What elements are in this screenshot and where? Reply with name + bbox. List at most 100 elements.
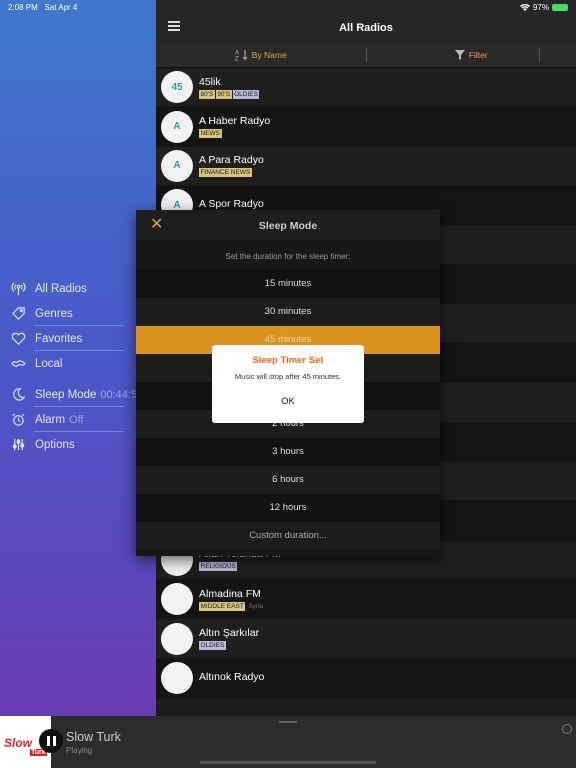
genre-tag: 90'S — [215, 89, 232, 99]
station-tags: NEWS — [199, 129, 270, 139]
genre-tag: FINANCE NEWS — [199, 168, 252, 178]
sleep-option[interactable]: Custom duration... — [136, 522, 440, 550]
sidebar-item-alarm[interactable]: Alarm Off — [0, 407, 156, 432]
sidebar-item-options[interactable]: Options — [0, 432, 156, 457]
sleep-option[interactable]: 3 hours — [136, 438, 440, 466]
pause-button[interactable] — [39, 729, 63, 753]
sheet-title: Sleep Mode — [258, 220, 318, 232]
toolbar: AZ By Name Filter — [156, 42, 576, 68]
sidebar-item-label: Genres — [35, 307, 73, 320]
page-title: All Radios — [339, 22, 393, 34]
sidebar-item-label: All Radios — [35, 282, 87, 295]
now-playing-state: Playing — [66, 746, 93, 755]
sidebar-item-sleep-mode[interactable]: Sleep Mode 00:44:5 — [0, 382, 156, 407]
station-name: A Haber Radyo — [199, 115, 271, 128]
station-tags: RELIGIOUS — [199, 562, 281, 572]
svg-text:Z: Z — [235, 56, 239, 61]
station-logo: 45 — [161, 71, 193, 104]
sleep-option[interactable]: 6 hours — [136, 466, 440, 494]
pause-icon-bar — [52, 736, 56, 746]
genre-tag: OLDIES — [232, 89, 260, 99]
battery-percent: 97% — [532, 3, 549, 12]
filter-label: Filter — [468, 49, 488, 60]
status-bar: 2:08 PM Sat Apr 4 97% — [0, 0, 576, 14]
station-name: Altınok Radyo — [199, 671, 265, 684]
station-row[interactable]: Almadina FM MIDDLE EAST Syria — [156, 580, 576, 620]
sleep-timer-alert: Sleep Timer Set Music will stop after 45… — [212, 345, 364, 423]
station-location: Syria — [248, 602, 264, 610]
station-info: Altınok Radyo — [199, 671, 264, 685]
station-logo — [161, 662, 193, 695]
map-icon — [10, 356, 26, 372]
station-info: 45lik 80'S 90'S OLDIES — [199, 76, 262, 99]
home-indicator — [200, 761, 376, 764]
sidebar-menu: All Radios Genres Favorites Local Sleep … — [0, 276, 156, 457]
alarm-status: Off — [69, 413, 84, 426]
sort-label: By Name — [251, 49, 287, 60]
station-info: A Para Radyo FINANCE NEWS — [199, 154, 264, 178]
alert-title: Sleep Timer Set — [252, 355, 324, 366]
station-row[interactable]: AA Para Radyo FINANCE NEWS — [156, 146, 576, 187]
station-row[interactable]: AA Haber Radyo NEWS — [156, 107, 576, 147]
moon-icon — [10, 387, 26, 403]
station-row[interactable]: Altınok Radyo — [156, 658, 576, 699]
station-info: Altın Şarkılar OLDIES — [199, 627, 260, 651]
sidebar-item-favorites[interactable]: Favorites — [0, 326, 156, 351]
heart-icon — [10, 331, 26, 347]
genre-tag: MIDDLE EAST — [199, 601, 246, 611]
grab-handle[interactable] — [279, 721, 297, 723]
station-tags: 80'S 90'S OLDIES — [199, 89, 262, 99]
alert-message: Music will stop after 45 minutes. — [234, 372, 342, 381]
station-name: 45lik — [199, 75, 221, 88]
sleep-option[interactable]: 15 minutes — [136, 270, 440, 298]
station-logo — [161, 583, 193, 616]
sidebar-item-all-radios[interactable]: All Radios — [0, 276, 156, 301]
station-name: Almadina FM — [199, 587, 261, 600]
sleep-option[interactable]: 12 hours — [136, 494, 440, 522]
battery-icon — [552, 4, 568, 11]
station-info: A Haber Radyo NEWS — [199, 115, 271, 139]
sleep-countdown: 00:44:5 — [100, 388, 138, 401]
sidebar-item-label: Local — [35, 357, 63, 370]
antenna-icon — [10, 281, 26, 297]
toolbar-divider — [539, 48, 540, 62]
genre-tag: RELIGIOUS — [199, 562, 238, 572]
status-time: 2:08 PM Sat Apr 4 — [8, 3, 78, 12]
sort-az-icon: AZ — [235, 49, 248, 61]
alarm-icon — [10, 412, 26, 428]
sidebar-item-label: Sleep Mode — [35, 388, 97, 401]
station-info: Almadina FM MIDDLE EAST Syria — [199, 588, 263, 611]
station-logo — [161, 622, 193, 655]
sidebar-item-label: Alarm — [35, 413, 66, 426]
pause-icon — [46, 736, 50, 746]
timer-icon[interactable] — [562, 724, 572, 734]
artwork-text: Slow — [4, 736, 33, 750]
station-tags: OLDIES — [199, 641, 259, 651]
sidebar-item-local[interactable]: Local — [0, 351, 156, 376]
sidebar: All Radios Genres Favorites Local Sleep … — [0, 0, 156, 716]
genre-tag: NEWS — [199, 129, 222, 139]
station-row[interactable]: 45 45lik 80'S 90'S OLDIES — [156, 68, 576, 108]
filter-button[interactable]: Filter — [367, 42, 576, 67]
sidebar-item-genres[interactable]: Genres — [0, 301, 156, 326]
sleep-option[interactable]: 30 minutes — [136, 298, 440, 326]
station-name: A Spor Radyo — [199, 198, 264, 211]
station-logo: A — [161, 110, 193, 143]
wifi-icon — [519, 3, 530, 11]
station-tags: MIDDLE EAST Syria — [199, 601, 264, 611]
station-logo: A — [161, 149, 193, 182]
genre-tag: OLDIES — [199, 641, 226, 651]
sidebar-item-label: Options — [35, 438, 75, 451]
station-row[interactable]: Altın Şarkılar OLDIES — [156, 619, 576, 659]
status-right: 97% — [519, 3, 568, 12]
sliders-icon — [10, 437, 26, 453]
now-playing-bar[interactable]: Slow Turk Slow Turk Playing — [0, 716, 576, 768]
funnel-icon — [454, 49, 465, 60]
ok-button[interactable]: OK — [212, 396, 364, 407]
sort-button[interactable]: AZ By Name — [156, 42, 366, 67]
sheet-subtitle: Set the duration for the sleep timer: — [225, 252, 351, 261]
sheet-header: ✕ Sleep Mode — [136, 210, 440, 240]
tag-icon — [10, 306, 26, 322]
station-name: Altın Şarkılar — [199, 627, 260, 640]
station-tags: FINANCE NEWS — [199, 168, 264, 178]
